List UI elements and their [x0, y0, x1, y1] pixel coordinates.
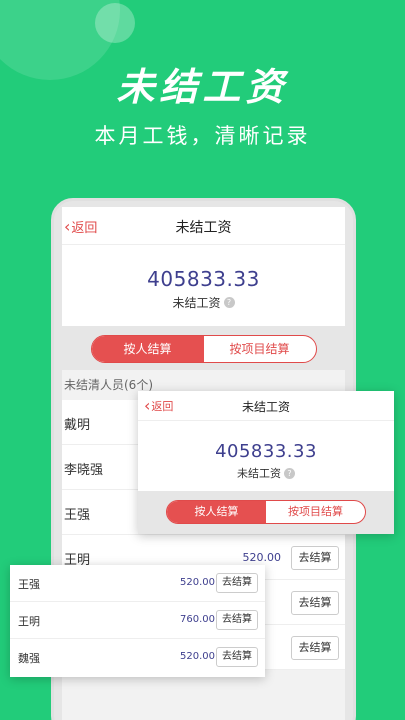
settle-button[interactable]: 去结算	[291, 546, 339, 570]
overlay-summary-card: ‹ 返回 未结工资 405833.33 未结工资 ? 按人结算 按项目结算	[138, 391, 394, 534]
worker-amount: 520.00	[180, 651, 215, 662]
unsettled-amount: 405833.33	[147, 267, 260, 291]
worker-name: 魏强	[18, 652, 40, 665]
worker-name: 戴明	[64, 418, 91, 433]
settle-button[interactable]: 去结算	[216, 573, 258, 593]
overlay-nav-bar: ‹ 返回 未结工资	[138, 391, 394, 421]
page-title: 未结工资	[175, 220, 232, 236]
settle-button[interactable]: 去结算	[291, 591, 339, 615]
worker-amount: 520.00	[180, 577, 215, 588]
help-icon[interactable]: ?	[284, 467, 295, 479]
amount-label-text: 未结工资	[172, 296, 221, 310]
list-item[interactable]: 魏强 520.00 去结算	[10, 639, 265, 676]
overlay-unsettled-amount: 405833.33	[215, 441, 317, 462]
overlay-tab-by-person[interactable]: 按人结算	[167, 501, 266, 523]
list-item[interactable]: 王明 760.00 去结算	[10, 602, 265, 639]
overlay-segment-container: 按人结算 按项目结算	[138, 491, 394, 534]
overlay-tab-by-project[interactable]: 按项目结算	[266, 501, 365, 523]
worker-name: 王强	[64, 508, 91, 523]
settle-button[interactable]: 去结算	[216, 610, 258, 630]
settle-mode-segment: 按人结算 按项目结算	[90, 335, 317, 363]
overlay-settle-mode-segment: 按人结算 按项目结算	[166, 500, 366, 524]
worker-name: 王明	[18, 615, 40, 628]
unsettled-amount-label: 未结工资 ?	[172, 294, 235, 311]
segment-container: 按人结算 按项目结算	[62, 326, 345, 370]
worker-name: 王强	[18, 578, 40, 591]
overlay-page-title: 未结工资	[241, 400, 290, 414]
worker-name: 李晓强	[64, 463, 104, 478]
worker-amount: 760.00	[180, 614, 215, 625]
settle-button[interactable]: 去结算	[291, 636, 339, 660]
hero-subtitle: 本月工钱，清晰记录	[94, 124, 311, 148]
nav-bar: ‹ 返回 未结工资	[62, 207, 345, 245]
worker-amount: 520.00	[242, 551, 282, 564]
hero-title: 未结工资	[116, 65, 289, 109]
overlay-summary-panel: 405833.33 未结工资 ?	[138, 421, 394, 491]
help-icon[interactable]: ?	[223, 297, 235, 308]
overlay-amount-label-text: 未结工资	[237, 467, 281, 480]
settle-button[interactable]: 去结算	[216, 647, 258, 667]
overlay-list-card: 王强 520.00 去结算 王明 760.00 去结算 魏强 520.00 去结…	[10, 565, 265, 677]
list-item[interactable]: 王强 520.00 去结算	[10, 565, 265, 602]
tab-by-person[interactable]: 按人结算	[91, 336, 204, 362]
tab-by-project[interactable]: 按项目结算	[204, 336, 316, 362]
summary-panel: 405833.33 未结工资 ?	[62, 245, 345, 326]
decorative-circle-small	[95, 3, 135, 43]
overlay-amount-label: 未结工资 ?	[237, 465, 295, 481]
